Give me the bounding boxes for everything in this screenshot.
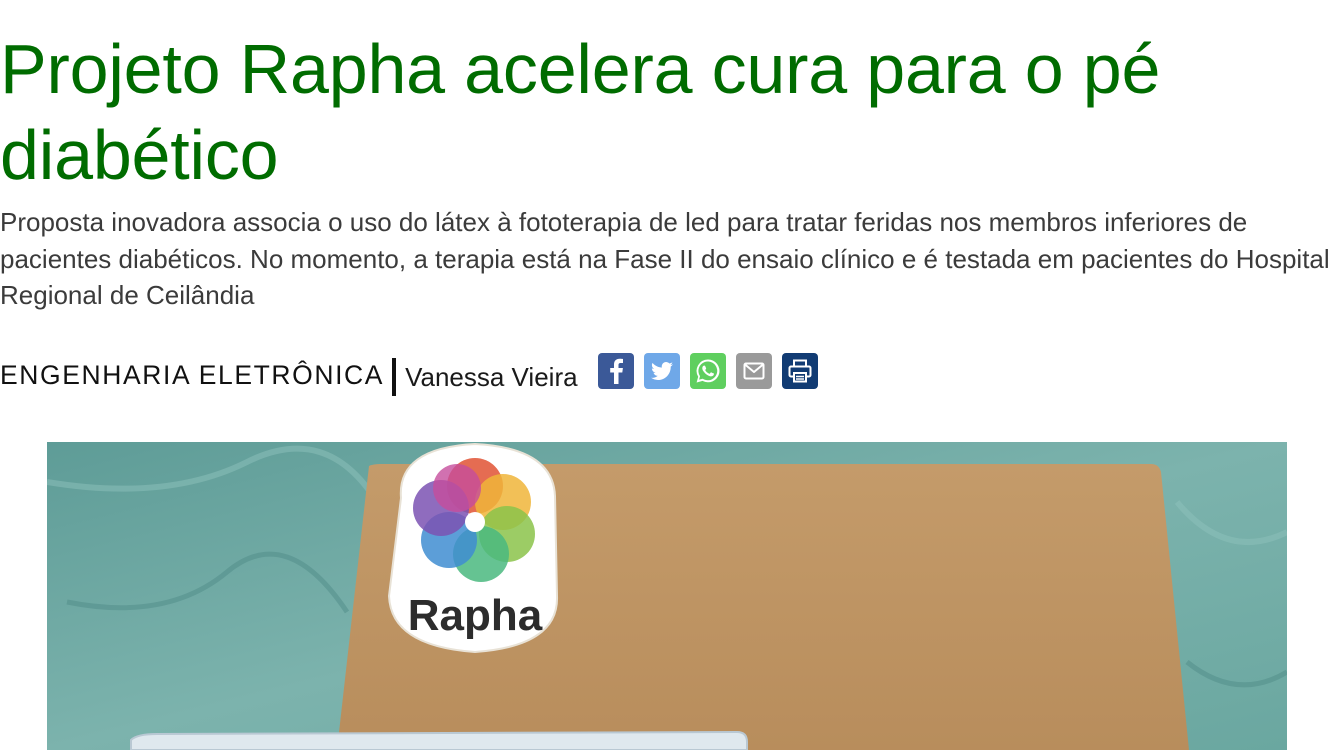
article-title: Projeto Rapha acelera cura para o pé dia… [0, 30, 1161, 194]
facebook-icon [609, 358, 623, 384]
twitter-icon [650, 362, 673, 380]
email-share-button[interactable] [735, 353, 772, 389]
article-meta: ENGENHARIA ELETRÔNICA Vanessa Vieira [0, 352, 818, 398]
whatsapp-share-button[interactable] [689, 353, 726, 389]
meta-divider [392, 357, 397, 396]
photo-package [130, 730, 748, 750]
facebook-share-button[interactable] [597, 353, 634, 389]
rapha-logo-text: Rapha [408, 591, 543, 640]
rapha-logo: Rapha [387, 442, 559, 654]
email-icon [743, 362, 765, 380]
share-buttons [597, 353, 818, 389]
article-subtitle: Proposta inovadora associa o uso do láte… [0, 207, 1330, 310]
article-photo: Rapha [47, 442, 1287, 750]
author-name: Vanessa Vieira [405, 361, 578, 392]
print-button[interactable] [781, 353, 818, 389]
twitter-share-button[interactable] [643, 353, 680, 389]
whatsapp-icon [696, 359, 720, 383]
category-link[interactable]: ENGENHARIA ELETRÔNICA [0, 352, 392, 398]
print-icon [788, 359, 812, 383]
